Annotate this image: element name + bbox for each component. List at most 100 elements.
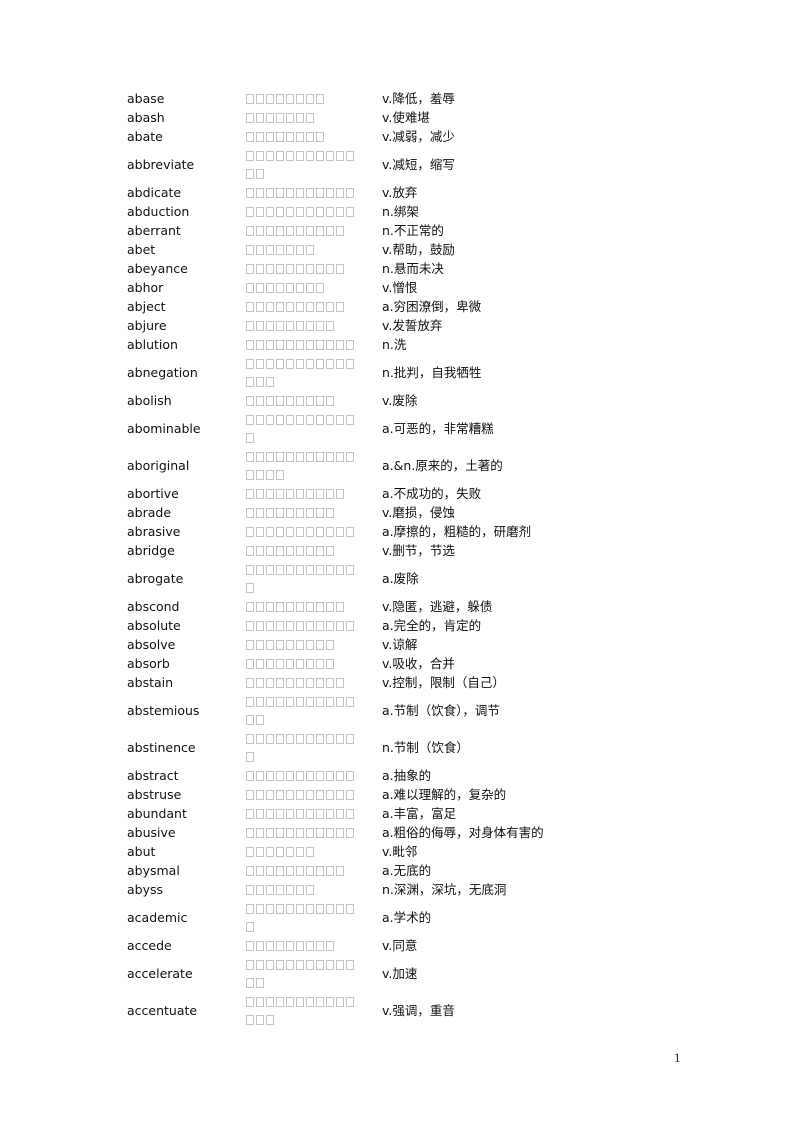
entry-definition: n.批判，自我牺牲 — [382, 365, 482, 380]
tofu-box-icon — [256, 302, 264, 312]
tofu-box-icon — [246, 922, 254, 932]
tofu-box-icon — [256, 997, 264, 1007]
vocab-entry: abbreviate v.减短，缩写 — [127, 146, 607, 183]
tofu-box-icon — [286, 452, 294, 462]
tofu-box-icon — [296, 94, 304, 104]
tofu-box-icon — [276, 997, 284, 1007]
vocab-entry: abstain v.控制，限制（自己） — [127, 673, 607, 692]
tofu-box-icon — [296, 546, 304, 556]
tofu-box-icon — [336, 226, 344, 236]
tofu-box-icon — [246, 866, 254, 876]
vocabulary-list: abase v.降低，羞辱 abash v.使难堪 abate v.减弱，减少 abbrev… — [127, 89, 607, 1029]
tofu-box-icon — [246, 678, 254, 688]
entry-definition: n.深渊，深坑，无底洞 — [382, 882, 507, 897]
tofu-box-icon — [316, 771, 324, 781]
tofu-box-icon — [306, 188, 314, 198]
tofu-box-icon — [276, 885, 284, 895]
tofu-box-icon — [266, 941, 274, 951]
tofu-box-icon — [256, 715, 264, 725]
tofu-box-icon — [286, 302, 294, 312]
tofu-box-icon — [266, 452, 274, 462]
tofu-box-icon — [246, 752, 254, 762]
tofu-box-icon — [276, 226, 284, 236]
tofu-box-icon — [336, 678, 344, 688]
tofu-box-icon — [336, 489, 344, 499]
tofu-box-icon — [246, 734, 254, 744]
tofu-box-icon — [306, 527, 314, 537]
tofu-box-icon — [296, 527, 304, 537]
entry-word: abrasive — [127, 524, 181, 539]
tofu-box-icon — [296, 151, 304, 161]
tofu-box-icon — [286, 207, 294, 217]
tofu-box-icon — [266, 866, 274, 876]
tofu-box-icon — [246, 771, 254, 781]
vocab-entry: abrogate a.废除 — [127, 560, 607, 597]
tofu-box-icon — [336, 207, 344, 217]
vocab-entry: abridge v.删节，节选 — [127, 541, 607, 560]
entry-word: abyss — [127, 882, 164, 897]
vocab-entry: abase v.降低，羞辱 — [127, 89, 607, 108]
tofu-box-icon — [326, 678, 334, 688]
vocab-entry: abundant a.丰富，富足 — [127, 804, 607, 823]
tofu-box-icon — [276, 941, 284, 951]
tofu-box-icon — [246, 415, 254, 425]
entry-word: abet — [127, 242, 156, 257]
entry-definition: v.憎恨 — [382, 280, 418, 295]
tofu-box-icon — [326, 188, 334, 198]
tofu-box-icon — [256, 885, 264, 895]
tofu-box-icon — [246, 828, 254, 838]
tofu-box-icon — [326, 340, 334, 350]
tofu-box-icon — [306, 452, 314, 462]
entry-word: abash — [127, 110, 165, 125]
tofu-box-icon — [316, 207, 324, 217]
entry-definition: v.控制，限制（自己） — [382, 675, 505, 690]
tofu-box-icon — [276, 678, 284, 688]
tofu-box-icon — [326, 828, 334, 838]
tofu-box-icon — [316, 489, 324, 499]
tofu-box-icon — [286, 188, 294, 198]
entry-word: accentuate — [127, 1003, 198, 1018]
entry-definition: a.节制（饮食），调节 — [382, 703, 500, 718]
vocab-entry: aboriginal a.&n.原来的，土著的 — [127, 447, 607, 484]
tofu-box-icon — [296, 396, 304, 406]
vocab-entry: abdicate v.放弃 — [127, 183, 607, 202]
tofu-box-icon — [316, 508, 324, 518]
tofu-box-icon — [276, 640, 284, 650]
tofu-box-icon — [326, 866, 334, 876]
tofu-box-icon — [256, 94, 264, 104]
tofu-box-icon — [326, 226, 334, 236]
tofu-box-icon — [266, 621, 274, 631]
missing-glyph-placeholder — [246, 861, 382, 880]
tofu-box-icon — [286, 847, 294, 857]
missing-glyph-placeholder — [246, 522, 382, 541]
vocab-entry: abscond v.隐匿，逃避，躲债 — [127, 597, 607, 616]
tofu-box-icon — [256, 978, 264, 988]
tofu-box-icon — [326, 508, 334, 518]
tofu-box-icon — [266, 885, 274, 895]
tofu-box-icon — [336, 828, 344, 838]
tofu-box-icon — [296, 489, 304, 499]
tofu-box-icon — [296, 359, 304, 369]
entry-definition: a.学术的 — [382, 910, 432, 925]
tofu-box-icon — [326, 546, 334, 556]
tofu-box-icon — [306, 151, 314, 161]
tofu-box-icon — [256, 621, 264, 631]
tofu-box-icon — [326, 452, 334, 462]
tofu-box-icon — [346, 734, 354, 744]
tofu-box-icon — [296, 452, 304, 462]
entry-definition: v.同意 — [382, 938, 418, 953]
entry-word: abeyance — [127, 261, 188, 276]
entry-definition: n.节制（饮食） — [382, 740, 469, 755]
tofu-box-icon — [246, 941, 254, 951]
tofu-box-icon — [306, 132, 314, 142]
tofu-box-icon — [306, 885, 314, 895]
tofu-box-icon — [346, 771, 354, 781]
vocab-entry: accelerate v.加速 — [127, 955, 607, 992]
tofu-box-icon — [276, 508, 284, 518]
tofu-box-icon — [256, 527, 264, 537]
vocab-entry: aberrant n.不正常的 — [127, 221, 607, 240]
tofu-box-icon — [286, 602, 294, 612]
entry-word: abstemious — [127, 703, 200, 718]
tofu-box-icon — [316, 359, 324, 369]
vocab-entry: abrasive a.摩擦的，粗糙的，研磨剂 — [127, 522, 607, 541]
